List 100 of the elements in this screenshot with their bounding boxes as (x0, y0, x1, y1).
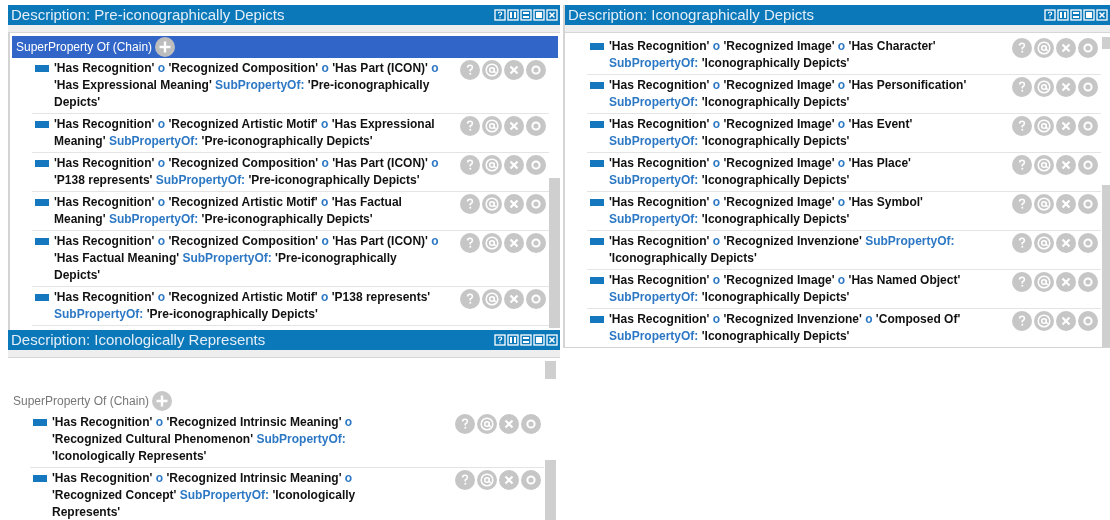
help-button[interactable] (1012, 38, 1032, 58)
edit-button[interactable] (1078, 311, 1098, 331)
edit-button[interactable] (1078, 38, 1098, 58)
help-button[interactable] (1012, 233, 1032, 253)
annotation-button[interactable] (482, 194, 502, 214)
delete-button[interactable] (504, 289, 524, 309)
help-button[interactable] (1012, 155, 1032, 175)
axiom-row[interactable]: 'Has Recognition' o 'Recognized Image' o 'Has Symbol' SubPropertyOf: 'Iconographically Depicts' (587, 192, 1101, 231)
close-icon[interactable] (546, 334, 558, 346)
edit-button[interactable] (526, 194, 546, 214)
close-icon[interactable] (1096, 9, 1108, 21)
edit-button[interactable] (1078, 272, 1098, 292)
delete-button[interactable] (1056, 77, 1076, 97)
delete-button[interactable] (504, 194, 524, 214)
delete-button[interactable] (1056, 194, 1076, 214)
edit-button[interactable] (1078, 155, 1098, 175)
help-button[interactable] (460, 194, 480, 214)
help-button[interactable] (460, 289, 480, 309)
maximize-icon[interactable] (533, 334, 545, 346)
delete-button[interactable] (504, 116, 524, 136)
annotation-button[interactable] (482, 116, 502, 136)
split-vertical-icon[interactable] (1057, 9, 1069, 21)
help-button[interactable] (455, 470, 475, 490)
delete-button[interactable] (504, 233, 524, 253)
annotation-button[interactable] (482, 233, 502, 253)
annotation-button[interactable] (482, 289, 502, 309)
edit-button[interactable] (526, 233, 546, 253)
section-header[interactable]: SuperProperty Of (Chain) (12, 36, 558, 58)
delete-button[interactable] (499, 414, 519, 434)
axiom-row[interactable]: 'Has Recognition' o 'Recognized Composition' o 'Has Part (ICON)' o 'Has Expressional Meaning' SubPropertyOf: 'Pre-iconographically Depicts' (32, 58, 549, 114)
annotation-button[interactable] (482, 60, 502, 80)
annotation-button[interactable] (1034, 311, 1054, 331)
edit-button[interactable] (526, 155, 546, 175)
axiom-row[interactable]: 'Has Recognition' o 'Recognized Artistic Motif' o 'P138 represents' SubPropertyOf: 'Pre-iconographically Depicts' (32, 287, 549, 326)
annotation-button[interactable] (1034, 116, 1054, 136)
maximize-icon[interactable] (533, 9, 545, 21)
axiom-row[interactable]: 'Has Recognition' o 'Recognized Invenzione' SubPropertyOf: 'Iconographically Depicts' (587, 231, 1101, 270)
help-button[interactable] (460, 155, 480, 175)
axiom-row[interactable]: 'Has Recognition' o 'Recognized Image' o 'Has Character' SubPropertyOf: 'Iconographically Depicts' (587, 36, 1101, 75)
delete-button[interactable] (1056, 233, 1076, 253)
help-icon[interactable] (494, 334, 506, 346)
axiom-row[interactable]: 'Has Recognition' o 'Recognized Image' o 'Has Named Object' SubPropertyOf: 'Iconographically Depicts' (587, 270, 1101, 309)
edit-button[interactable] (521, 470, 541, 490)
add-button[interactable] (155, 37, 176, 57)
axiom-row[interactable]: 'Has Recognition' o 'Recognized Image' o 'Has Place' SubPropertyOf: 'Iconographically Depicts' (587, 153, 1101, 192)
help-button[interactable] (1012, 272, 1032, 292)
annotation-button[interactable] (1034, 155, 1054, 175)
delete-button[interactable] (1056, 272, 1076, 292)
help-button[interactable] (1012, 116, 1032, 136)
help-button[interactable] (455, 414, 475, 434)
axiom-row[interactable]: 'Has Recognition' o 'Recognized Artistic Motif' o 'Has Factual Meaning' SubPropertyOf: 'Pre-iconographically Depicts' (32, 192, 549, 231)
axiom-row[interactable]: 'Has Recognition' o 'Recognized Composition' o 'Has Part (ICON)' o 'Has Factual Meaning' SubPropertyOf: 'Pre-iconographically Depicts' (32, 231, 549, 287)
edit-button[interactable] (1078, 194, 1098, 214)
edit-button[interactable] (1078, 233, 1098, 253)
scrollbar-thumb[interactable] (545, 460, 556, 520)
annotation-button[interactable] (1034, 194, 1054, 214)
annotation-button[interactable] (1034, 38, 1054, 58)
annotation-button[interactable] (1034, 233, 1054, 253)
help-button[interactable] (1012, 311, 1032, 331)
split-vertical-icon[interactable] (507, 334, 519, 346)
help-button[interactable] (460, 60, 480, 80)
help-icon[interactable] (1044, 9, 1056, 21)
close-icon[interactable] (546, 9, 558, 21)
scrollbar-thumb[interactable] (1102, 37, 1110, 49)
annotation-button[interactable] (477, 414, 497, 434)
split-horizontal-icon[interactable] (520, 9, 532, 21)
section-header[interactable]: SuperProperty Of (Chain) (10, 390, 558, 412)
delete-button[interactable] (1056, 116, 1076, 136)
axiom-row[interactable]: 'Has Recognition' o 'Recognized Composition' o 'Has Part (ICON)' o 'P138 represents' SubPropertyOf: 'Pre-iconographically Depicts' (32, 153, 549, 192)
scrollbar-thumb[interactable] (1102, 185, 1110, 347)
split-horizontal-icon[interactable] (520, 334, 532, 346)
scrollbar-thumb[interactable] (545, 361, 556, 379)
annotation-button[interactable] (482, 155, 502, 175)
annotation-button[interactable] (1034, 77, 1054, 97)
annotation-button[interactable] (477, 470, 497, 490)
axiom-row[interactable]: 'Has Recognition' o 'Recognized Image' o 'Has Event' SubPropertyOf: 'Iconographically Depicts' (587, 114, 1101, 153)
edit-button[interactable] (1078, 116, 1098, 136)
delete-button[interactable] (1056, 311, 1076, 331)
edit-button[interactable] (521, 414, 541, 434)
edit-button[interactable] (1078, 77, 1098, 97)
edit-button[interactable] (526, 289, 546, 309)
edit-button[interactable] (526, 60, 546, 80)
delete-button[interactable] (504, 60, 524, 80)
delete-button[interactable] (504, 155, 524, 175)
help-button[interactable] (460, 116, 480, 136)
split-vertical-icon[interactable] (507, 9, 519, 21)
split-horizontal-icon[interactable] (1070, 9, 1082, 21)
help-button[interactable] (460, 233, 480, 253)
axiom-row[interactable]: 'Has Recognition' o 'Recognized Artistic Motif' o 'Has Expressional Meaning' SubPropertyOf: 'Pre-iconographically Depicts' (32, 114, 549, 153)
axiom-row[interactable]: 'Has Recognition' o 'Recognized Invenzione' o 'Composed Of' SubPropertyOf: 'Iconographically Depicts' (587, 309, 1101, 347)
scrollbar-thumb[interactable] (549, 178, 560, 328)
maximize-icon[interactable] (1083, 9, 1095, 21)
axiom-row[interactable]: 'Has Recognition' o 'Recognized Intrinsic Meaning' o 'Recognized Concept' SubPropertyOf: 'Iconologically Represents' (30, 468, 544, 520)
help-icon[interactable] (494, 9, 506, 21)
delete-button[interactable] (1056, 38, 1076, 58)
axiom-row[interactable]: 'Has Recognition' o 'Recognized Image' o 'Has Personification' SubPropertyOf: 'Iconographically Depicts' (587, 75, 1101, 114)
delete-button[interactable] (1056, 155, 1076, 175)
edit-button[interactable] (526, 116, 546, 136)
delete-button[interactable] (499, 470, 519, 490)
help-button[interactable] (1012, 194, 1032, 214)
